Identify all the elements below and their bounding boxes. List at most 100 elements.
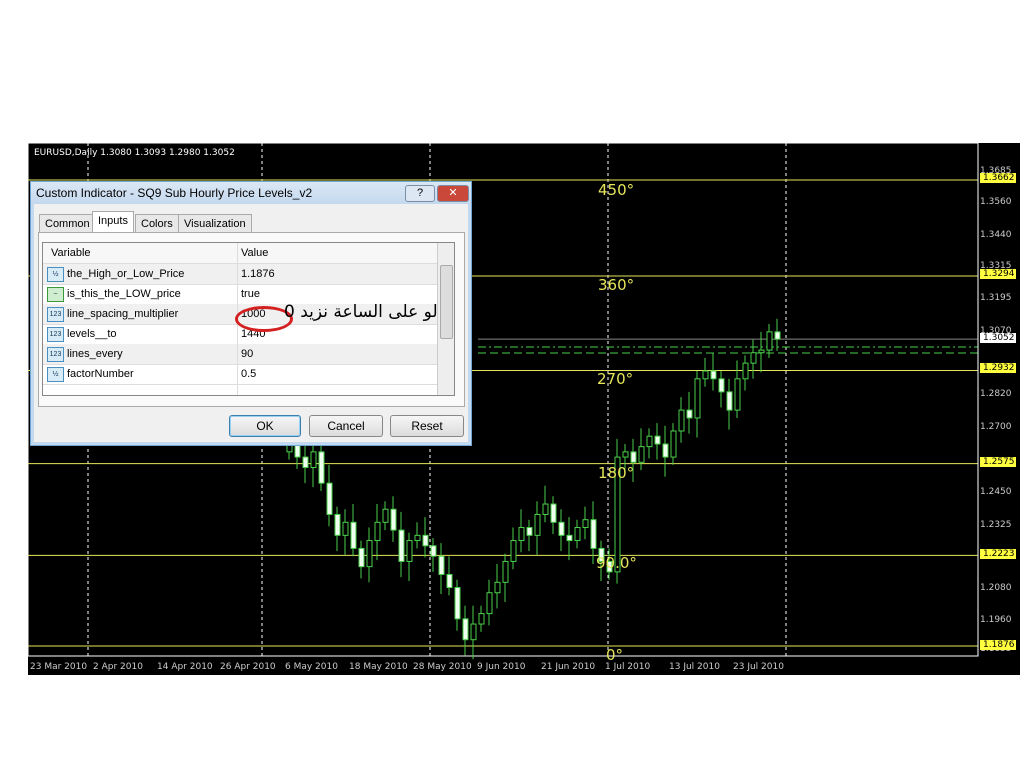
candle-body (542, 503, 549, 515)
param-value[interactable]: 0.5 (241, 364, 256, 384)
candle-body (454, 587, 461, 620)
degree-label: 270° (597, 370, 634, 388)
candle-body (774, 331, 781, 340)
tab-common[interactable]: Common (39, 214, 96, 234)
candle-body (510, 540, 517, 562)
input-row[interactable]: ½ the_High_or_Low_Price 1.1876 (43, 264, 437, 285)
date-tick: 14 Apr 2010 (157, 662, 213, 672)
candle-body (630, 451, 637, 463)
candle-body (766, 331, 773, 351)
candle-body (478, 613, 485, 625)
input-row[interactable]: 123 levels__to 1440 (43, 324, 437, 345)
candle-body (750, 352, 757, 364)
candle-body (470, 623, 477, 641)
candle-body (558, 521, 565, 536)
date-tick: 23 Jul 2010 (733, 662, 784, 672)
degree-label: 450° (598, 181, 635, 199)
level-tag: 1.2932 (980, 363, 1016, 373)
candle-body (646, 435, 653, 448)
candle-body (342, 521, 349, 536)
price-tick: 1.2325 (980, 520, 1012, 530)
candle-body (462, 618, 469, 641)
price-tick: 1.2450 (980, 487, 1012, 497)
param-value[interactable]: 1.1876 (241, 264, 275, 284)
candle-body (654, 435, 661, 445)
candle-body (374, 521, 381, 542)
input-row[interactable]: 123 lines_every 90 (43, 344, 437, 365)
candle-body (318, 451, 325, 484)
candle-body (406, 540, 413, 562)
param-name: line_spacing_multiplier (67, 308, 179, 320)
candle-body (622, 451, 629, 458)
close-button[interactable]: ✕ (437, 185, 469, 202)
price-tick: 1.3440 (980, 230, 1012, 240)
date-tick: 13 Jul 2010 (669, 662, 720, 672)
scrollbar[interactable] (437, 243, 454, 395)
price-tick: 1.1960 (980, 615, 1012, 625)
tab-visualization[interactable]: Visualization (178, 214, 252, 234)
param-name: lines_every (67, 348, 123, 360)
candle-body (566, 534, 573, 542)
param-value[interactable]: 90 (241, 344, 253, 364)
date-tick: 26 Apr 2010 (220, 662, 276, 672)
cancel-button[interactable]: Cancel (309, 415, 383, 437)
candle-body (710, 370, 717, 380)
level-tag: 1.3662 (980, 173, 1016, 183)
annotation-text: لو على الساعة نزيد 0 (284, 302, 438, 322)
candle-body (686, 409, 693, 419)
date-tick: 6 May 2010 (285, 662, 338, 672)
candle-body (366, 540, 373, 568)
price-tick: 1.2820 (980, 389, 1012, 399)
header-value: Value (241, 247, 269, 259)
candle-body (550, 503, 557, 523)
param-name: is_this_the_LOW_price (67, 288, 181, 300)
candle-body (502, 560, 509, 583)
candle-body (582, 519, 589, 529)
candle-body (398, 529, 405, 562)
candle-body (574, 527, 581, 542)
candle-body (302, 456, 309, 469)
param-type-icon: ~ (47, 287, 64, 302)
current-price-tag: 1.3052 (980, 333, 1016, 343)
dialog-titlebar[interactable]: Custom Indicator - SQ9 Sub Hourly Price … (31, 182, 471, 204)
date-tick: 28 May 2010 (413, 662, 472, 672)
header-variable: Variable (51, 247, 91, 259)
candle-body (382, 508, 389, 523)
candle-body (414, 534, 421, 542)
degree-label: 180° (598, 464, 635, 482)
param-name: the_High_or_Low_Price (67, 268, 185, 280)
candle-body (350, 521, 357, 549)
level-tag: 1.1876 (980, 640, 1016, 650)
param-type-icon: 123 (47, 327, 64, 342)
scroll-thumb[interactable] (440, 265, 453, 339)
input-row[interactable]: ½ factorNumber 0.5 (43, 364, 437, 385)
help-button[interactable]: ? (405, 185, 435, 202)
candle-body (390, 508, 397, 531)
price-tick: 1.3560 (980, 197, 1012, 207)
candle-body (358, 547, 365, 568)
candle-body (518, 527, 525, 542)
candle-body (486, 592, 493, 615)
candle-body (638, 446, 645, 463)
tab-inputs[interactable]: Inputs (92, 211, 134, 234)
candle-body (438, 555, 445, 575)
candle-body (742, 362, 749, 380)
param-name: factorNumber (67, 368, 134, 380)
candle-body (718, 378, 725, 393)
param-type-icon: 123 (47, 347, 64, 362)
candle-body (726, 391, 733, 411)
candle-body (494, 581, 501, 594)
param-type-icon: ½ (47, 367, 64, 382)
tab-colors[interactable]: Colors (135, 214, 179, 234)
param-value[interactable]: true (241, 284, 260, 304)
candle-body (662, 443, 669, 458)
candle-body (702, 370, 709, 380)
candle-body (422, 534, 429, 547)
candle-body (694, 378, 701, 419)
ok-button[interactable]: OK (229, 415, 301, 437)
param-type-icon: 123 (47, 307, 64, 322)
candle-body (446, 573, 453, 589)
dialog-title: Custom Indicator - SQ9 Sub Hourly Price … (36, 186, 313, 200)
reset-button[interactable]: Reset (390, 415, 464, 437)
date-tick: 18 May 2010 (349, 662, 408, 672)
